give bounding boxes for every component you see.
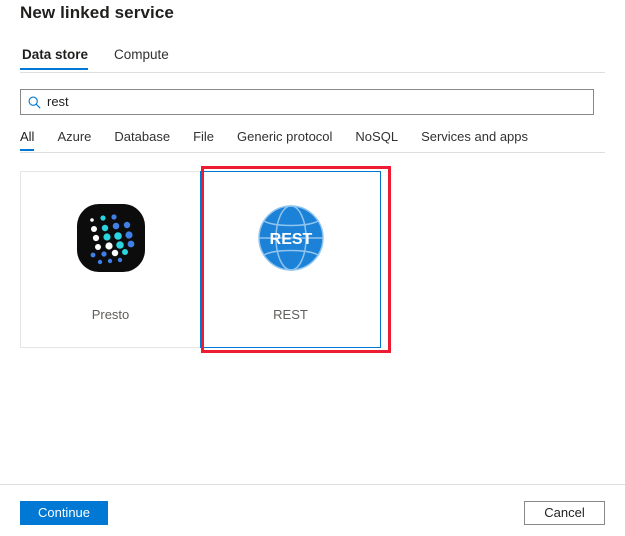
tile-rest[interactable]: REST REST (200, 171, 381, 348)
filter-tab-file-label: File (193, 129, 214, 144)
top-tab-bar: Data store Compute (20, 47, 605, 73)
connector-tile-grid: Presto REST REST (20, 171, 380, 348)
filter-tab-services-and-apps-label: Services and apps (421, 129, 528, 144)
tab-data-store-label: Data store (22, 47, 88, 62)
search-icon (21, 90, 47, 114)
search-box[interactable] (20, 89, 594, 115)
filter-tab-database-label: Database (114, 129, 170, 144)
filter-tab-azure-label: Azure (57, 129, 91, 144)
page-title: New linked service (20, 3, 174, 23)
rest-globe-text: REST (269, 231, 312, 248)
tab-data-store[interactable]: Data store (20, 47, 98, 70)
filter-tab-azure[interactable]: Azure (57, 129, 91, 151)
filter-tab-database[interactable]: Database (114, 129, 170, 151)
footer-divider (0, 484, 625, 485)
filter-tab-nosql[interactable]: NoSQL (355, 129, 398, 151)
continue-button[interactable]: Continue (20, 501, 108, 525)
tile-presto[interactable]: Presto (20, 171, 201, 348)
tab-compute-label: Compute (114, 47, 169, 62)
filter-tab-generic-protocol-label: Generic protocol (237, 129, 332, 144)
filter-tab-generic-protocol[interactable]: Generic protocol (237, 129, 332, 151)
filter-tab-bar: All Azure Database File Generic protocol… (20, 129, 605, 153)
filter-tab-all-label: All (20, 129, 34, 144)
presto-icon (75, 202, 147, 274)
cancel-button[interactable]: Cancel (524, 501, 605, 525)
rest-globe-icon: REST (255, 202, 327, 274)
filter-tab-services-and-apps[interactable]: Services and apps (421, 129, 528, 151)
filter-tab-all[interactable]: All (20, 129, 34, 151)
filter-tab-nosql-label: NoSQL (355, 129, 398, 144)
search-input[interactable] (47, 91, 593, 113)
filter-tab-file[interactable]: File (193, 129, 214, 151)
tab-compute[interactable]: Compute (112, 47, 179, 70)
tile-rest-label: REST (201, 307, 380, 322)
tile-presto-label: Presto (21, 307, 200, 322)
